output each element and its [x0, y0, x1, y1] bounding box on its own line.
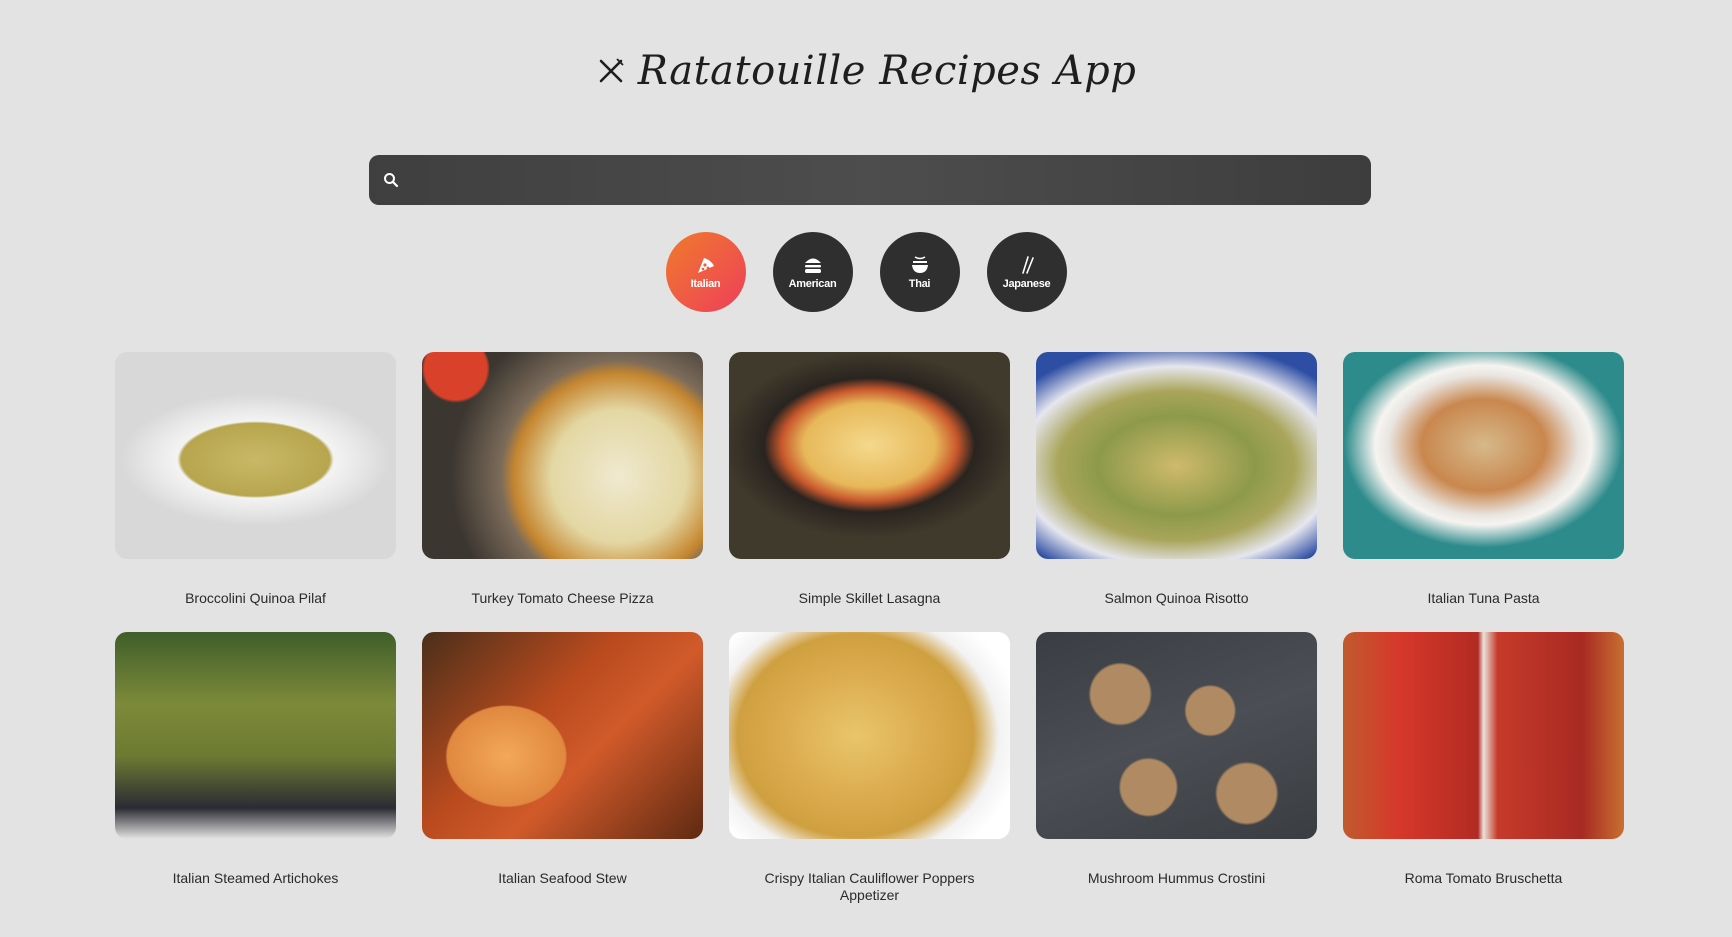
recipe-card[interactable]: Roma Tomato Bruschetta [1343, 632, 1624, 912]
recipe-title[interactable]: Broccolini Quinoa Pilaf [115, 590, 396, 607]
recipe-card[interactable]: Italian Steamed Artichokes [115, 632, 396, 912]
recipe-image[interactable] [422, 632, 703, 839]
recipe-image[interactable] [1036, 352, 1317, 559]
category-label: Thai [908, 277, 931, 290]
category-label: Japanese [1002, 277, 1051, 290]
search-bar[interactable] [369, 154, 1371, 206]
noodle-bowl-icon [911, 255, 928, 273]
recipe-card[interactable]: Broccolini Quinoa Pilaf [115, 352, 396, 632]
recipe-grid: Broccolini Quinoa Pilaf Turkey Tomato Ch… [115, 352, 1624, 912]
category-filter: Italian American Thai Japanese [0, 232, 1732, 312]
recipe-image[interactable] [422, 352, 703, 559]
recipe-title[interactable]: Simple Skillet Lasagna [729, 590, 1010, 607]
page: Ratatouille Recipes App Italian American… [0, 0, 1732, 937]
recipe-title[interactable]: Italian Tuna Pasta [1343, 590, 1624, 607]
category-label: Italian [690, 277, 721, 290]
recipe-image[interactable] [1036, 632, 1317, 839]
recipe-title[interactable]: Italian Seafood Stew [422, 870, 703, 887]
recipe-card[interactable]: Salmon Quinoa Risotto [1036, 352, 1317, 632]
category-japanese[interactable]: Japanese [986, 232, 1067, 312]
search-icon [384, 173, 399, 188]
recipe-title[interactable]: Mushroom Hummus Crostini [1036, 870, 1317, 887]
recipe-title[interactable]: Salmon Quinoa Risotto [1036, 590, 1317, 607]
recipe-card[interactable]: Italian Tuna Pasta [1343, 352, 1624, 632]
recipe-title[interactable]: Crispy Italian Cauliflower Poppers Appet… [729, 870, 1010, 904]
fork-knife-icon [599, 58, 624, 83]
search-input[interactable] [409, 154, 1371, 206]
category-italian[interactable]: Italian [665, 232, 746, 312]
category-american[interactable]: American [772, 232, 853, 312]
recipe-image[interactable] [729, 632, 1010, 839]
recipe-image[interactable] [1343, 352, 1624, 559]
recipe-image[interactable] [729, 352, 1010, 559]
category-thai[interactable]: Thai [879, 232, 960, 312]
burger-icon [804, 258, 821, 273]
recipe-card[interactable]: Italian Seafood Stew [422, 632, 703, 912]
chopsticks-icon [1021, 255, 1034, 274]
app-title: Ratatouille Recipes App [637, 48, 1137, 94]
recipe-image[interactable] [115, 632, 396, 839]
category-label: American [788, 277, 837, 290]
recipe-title[interactable]: Turkey Tomato Cheese Pizza [422, 590, 703, 607]
recipe-card[interactable]: Simple Skillet Lasagna [729, 352, 1010, 632]
recipe-image[interactable] [115, 352, 396, 559]
recipe-image[interactable] [1343, 632, 1624, 839]
pizza-icon [697, 257, 714, 273]
recipe-card[interactable]: Mushroom Hummus Crostini [1036, 632, 1317, 912]
recipe-card[interactable]: Crispy Italian Cauliflower Poppers Appet… [729, 632, 1010, 912]
app-header: Ratatouille Recipes App [0, 48, 1732, 94]
recipe-card[interactable]: Turkey Tomato Cheese Pizza [422, 352, 703, 632]
recipe-title[interactable]: Italian Steamed Artichokes [115, 870, 396, 887]
recipe-title[interactable]: Roma Tomato Bruschetta [1343, 870, 1624, 887]
